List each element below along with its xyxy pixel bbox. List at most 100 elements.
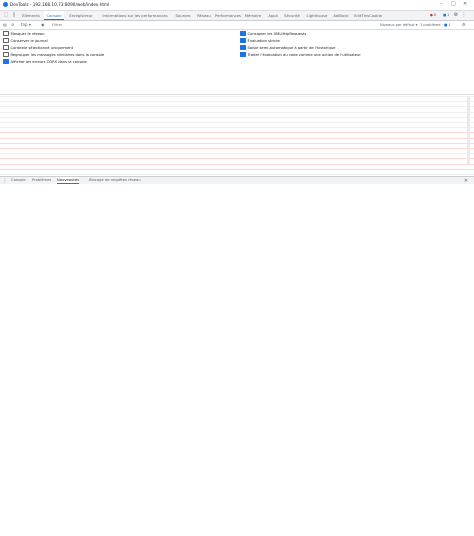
drawer-close-icon[interactable]: ✕ — [463, 178, 469, 184]
console-log-row[interactable]: ▸Échec du chargement de GET : GET "http:… — [0, 153, 474, 155]
tab-recorder[interactable]: Enregistreur — [66, 11, 96, 20]
tab-performance-insights[interactable]: Informations sur les performances — [100, 11, 170, 20]
console-error-row[interactable]: ✖GET http://192.168.10.73:8090/emby/Item… — [0, 163, 474, 165]
source-link[interactable]: (index):1 — [440, 148, 458, 149]
tab-performance[interactable]: Performances — [215, 11, 241, 20]
console-error-row[interactable]: ✖GET http://192.168.10.73:8090/emby/Item… — [0, 158, 474, 160]
clear-console-icon[interactable]: ⊘ — [11, 22, 14, 28]
expand-arrow-icon[interactable]: ▸ — [2, 101, 4, 102]
maximize-icon[interactable]: □ — [451, 1, 456, 7]
close-icon[interactable]: ✕ — [463, 1, 467, 7]
window-title: DevTools - 192.168.10.73:8090/web/index.… — [10, 2, 110, 7]
sidebar-toggle-icon[interactable]: ▤ — [3, 22, 7, 28]
log-levels-dropdown[interactable]: Niveaux par défaut ▾ — [380, 22, 417, 28]
console-settings-gear-icon[interactable]: ⚙ — [462, 22, 466, 28]
console-log-row[interactable]: ▸Fetch a fini de se charger : GET "http:… — [0, 101, 474, 103]
error-count: 8 — [434, 13, 437, 17]
setting-autocomplete-history[interactable]: Saisie semi-automatique à partir de l'hi… — [240, 44, 335, 51]
console-error-row[interactable]: ✖GET http://192.168.10.73:8090/emby/Item… — [0, 137, 474, 139]
console-error-row[interactable]: ✖GET http://192.168.10.73:8090/emby/Item… — [0, 148, 474, 149]
issues-button[interactable]: 1 problème : ■ 1 — [420, 22, 451, 28]
source-link[interactable]: cardbuilder.js?v=4.7.13.0:1 — [404, 112, 458, 113]
setting-hide-network[interactable]: Masquer le réseau — [3, 30, 44, 37]
console-log-row[interactable]: width: 576 cardbuilder.js?v=4.7.13.0:1 — [0, 96, 474, 97]
window-titlebar: DevTools - 192.168.10.73:8090/web/index.… — [0, 0, 474, 11]
console-message-text: getImageWidth: card portraitCard portrai… — [7, 112, 134, 113]
source-link[interactable]: cardbuilder.js?v=4.7.13.0:1 — [404, 96, 458, 97]
source-link[interactable]: (index):1 — [440, 164, 458, 165]
console-error-row[interactable]: ✖GET http://192.168.10.73:8090/emby/Item… — [0, 168, 474, 170]
tab-lighthouse[interactable]: Lighthouse — [305, 11, 329, 20]
source-link[interactable]: apiclient.js?v=4.7.13.0:1 — [408, 106, 458, 107]
tab-security[interactable]: Sécurité — [282, 11, 302, 20]
checkbox-hide-network[interactable] — [3, 30, 9, 37]
setting-user-activation-eval[interactable]: Traiter l'évaluation du code comme une a… — [240, 51, 361, 58]
console-log-row[interactable]: ▸Fetch a fini de se charger : GET "http:… — [0, 106, 474, 108]
source-link[interactable]: apiclient.js?v=4.7.13.0:1 — [408, 127, 458, 128]
console-message-text: GET http://192.168.10.73:8090/emby/Items… — [7, 138, 188, 139]
drawer-tab-network-blocking[interactable]: Blocage de requêtes réseau — [89, 177, 141, 184]
issues-count-badge[interactable]: ■ 1 — [443, 13, 449, 18]
source-link[interactable]: (index):1 — [440, 143, 458, 144]
error-count-badge[interactable]: ● 8 — [430, 13, 436, 18]
console-log-row[interactable]: getImageWidth: card portraitCard portrai… — [0, 111, 474, 113]
tab-memory[interactable]: Mémoire — [243, 11, 263, 20]
source-link[interactable]: (index):1 — [440, 138, 458, 139]
checkbox-show-cors-errors[interactable] — [3, 58, 9, 65]
console-log-row[interactable]: width: 576 cardbuilder.js?v=4.7.13.0:1 — [0, 116, 474, 118]
source-link[interactable]: cardbuilder.js?v=4.7.13.0:1 — [404, 117, 458, 118]
console-message-text: Web socket closed — [7, 122, 41, 123]
setting-log-xhr[interactable]: Consigner les XMLHttpRequests — [240, 30, 306, 37]
gear-icon[interactable]: ⚙ — [453, 12, 459, 18]
source-link[interactable]: apiclient.js?v=4.7.13.0:1 — [408, 101, 458, 102]
repeat-count-badge: 2 — [460, 164, 464, 165]
setting-selected-context-only[interactable]: Contexte sélectionné uniquement — [3, 44, 73, 51]
console-log-row[interactable]: Falling out web socket apiclient.js?v=4.7… — [0, 127, 474, 129]
checkbox-autocomplete-history[interactable] — [240, 44, 246, 51]
inspect-element-icon[interactable]: ⬚ — [3, 12, 9, 18]
console-log-row[interactable]: Web socket closed apiclient.js?v=4.7.13.0… — [0, 122, 474, 123]
drawer-tab-issues[interactable]: Problèmes — [32, 177, 51, 184]
console-message-text: GET http://192.168.10.73:8090/emby/Items… — [7, 158, 188, 159]
source-link[interactable]: (index):1 — [440, 158, 458, 159]
console-message-text: Fetch a fini de se charger : GET "http:/… — [7, 101, 217, 102]
tab-console[interactable]: Console — [44, 11, 64, 20]
tab-elements[interactable]: Éléments — [20, 11, 42, 20]
console-error-row[interactable]: ✖GET http://192.168.10.73:8090/web/favic… — [0, 132, 474, 134]
console-scrollbar[interactable] — [467, 97, 470, 165]
source-link[interactable]: (index):1 — [440, 153, 458, 154]
tab-editthiscookie[interactable]: EditThisCookie — [353, 11, 383, 20]
checkbox-user-activation-eval[interactable] — [240, 51, 246, 58]
source-link[interactable]: favicon.ico:1 — [432, 132, 458, 133]
drawer-tab-console[interactable]: Console — [11, 177, 26, 184]
source-link[interactable]: apiclient.js?v=4.7.13.0:1 — [408, 122, 458, 123]
filter-input[interactable] — [52, 22, 132, 27]
more-options-icon[interactable]: ⋮ — [461, 12, 467, 18]
setting-group-similar[interactable]: Regrouper les messages similaires dans l… — [3, 51, 104, 58]
checkbox-eager-evaluation[interactable] — [240, 37, 246, 44]
checkbox-log-xhr[interactable] — [240, 30, 246, 37]
tab-sources[interactable]: Sources — [174, 11, 192, 20]
source-link[interactable]: (index):1 — [440, 169, 458, 170]
eye-icon[interactable]: ◉ — [41, 22, 45, 28]
expand-arrow-icon[interactable]: ▸ — [2, 106, 4, 107]
minimize-icon[interactable]: – — [440, 1, 443, 7]
device-toolbar-icon[interactable]: ▯ — [11, 12, 17, 18]
drawer-menu-icon[interactable]: ⋮ — [2, 178, 8, 184]
tab-network[interactable]: Réseau — [195, 11, 213, 20]
setting-preserve-log[interactable]: Conserver le journal — [3, 37, 48, 44]
console-error-row[interactable]: ✖GET http://192.168.10.73:8090/emby/Item… — [0, 142, 474, 144]
tab-adblock[interactable]: AdBlock — [331, 11, 351, 20]
checkbox-selected-context-only[interactable] — [3, 44, 9, 51]
setting-eager-evaluation[interactable]: Évaluation stricte — [240, 37, 280, 44]
setting-show-cors-errors[interactable]: Afficher les erreurs CORS dans la consol… — [3, 58, 87, 65]
checkbox-group-similar[interactable] — [3, 51, 9, 58]
checkbox-preserve-log[interactable] — [3, 37, 9, 44]
error-icon: ✖ — [2, 169, 4, 170]
issues-count-toolbar: 1 — [448, 23, 451, 27]
expand-arrow-icon[interactable]: ▸ — [2, 153, 4, 154]
tab-application[interactable]: Appli — [266, 11, 280, 20]
console-message-text: GET http://192.168.10.73:8090/emby/Items… — [7, 143, 188, 144]
context-selector[interactable]: top ▾ — [21, 22, 31, 28]
console-prompt[interactable]: › — [0, 174, 474, 175]
